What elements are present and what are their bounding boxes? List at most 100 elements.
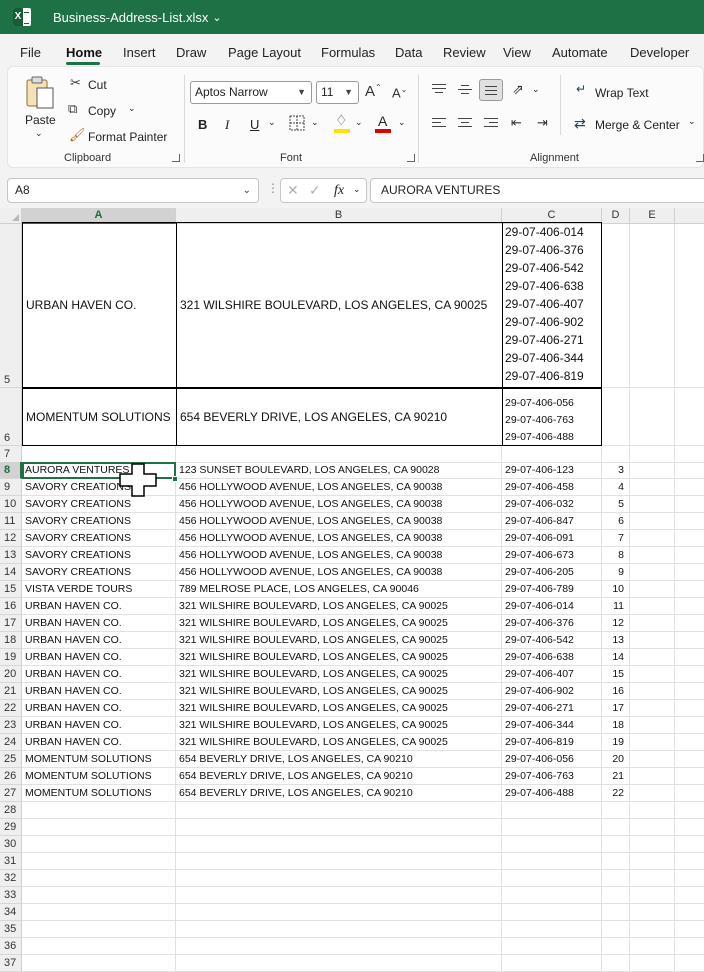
row-header-15[interactable]: 15 — [0, 581, 22, 598]
row-header-27[interactable]: 27 — [0, 785, 22, 802]
paste-button[interactable]: Paste ⌄ — [20, 73, 60, 139]
empty-cell[interactable] — [22, 887, 176, 904]
empty-cell[interactable] — [630, 802, 675, 819]
empty-cell[interactable] — [675, 751, 704, 768]
decrease-font-size-icon[interactable]: A⌄ — [392, 86, 407, 100]
address-cell[interactable]: 321 WILSHIRE BOULEVARD, LOS ANGELES, CA … — [176, 700, 502, 717]
address-cell[interactable]: 321 WILSHIRE BOULEVARD, LOS ANGELES, CA … — [176, 615, 502, 632]
row-header-34[interactable]: 34 — [0, 904, 22, 921]
empty-cell[interactable] — [176, 904, 502, 921]
tab-data[interactable]: Data — [395, 45, 422, 60]
align-top-button[interactable] — [432, 83, 446, 95]
address-cell[interactable]: 456 HOLLYWOOD AVENUE, LOS ANGELES, CA 90… — [176, 530, 502, 547]
fill-color-dropdown-icon[interactable]: ⌄ — [355, 117, 363, 128]
address-cell[interactable]: 654 BEVERLY DRIVE, LOS ANGELES, CA 90210 — [176, 388, 503, 446]
company-name-cell[interactable]: SAVORY CREATIONS — [22, 513, 176, 530]
index-cell[interactable]: 21 — [602, 768, 630, 785]
address-cell[interactable]: 321 WILSHIRE BOULEVARD, LOS ANGELES, CA … — [176, 683, 502, 700]
apn-cell[interactable]: 29-07-406-407 — [502, 666, 602, 683]
index-cell[interactable]: 12 — [602, 615, 630, 632]
borders-dropdown-icon[interactable]: ⌄ — [311, 117, 319, 128]
decrease-indent-icon[interactable]: ⇤ — [511, 116, 522, 129]
bold-button[interactable]: B — [198, 117, 207, 132]
empty-cell[interactable] — [602, 819, 630, 836]
apn-cell[interactable]: 29-07-406-902 — [502, 683, 602, 700]
clipboard-launcher-icon[interactable] — [172, 154, 180, 162]
align-center-button[interactable] — [458, 117, 472, 129]
empty-cell[interactable] — [22, 870, 176, 887]
select-all-button[interactable] — [0, 208, 22, 224]
index-cell[interactable]: 10 — [602, 581, 630, 598]
borders-icon[interactable] — [289, 115, 305, 131]
tab-page-layout[interactable]: Page Layout — [228, 45, 301, 60]
empty-cell[interactable] — [630, 564, 675, 581]
empty-cell[interactable] — [502, 853, 602, 870]
underline-button[interactable]: U — [250, 117, 259, 132]
empty-cell[interactable] — [502, 955, 602, 972]
company-name-cell[interactable]: SAVORY CREATIONS — [22, 547, 176, 564]
company-name-cell[interactable]: URBAN HAVEN CO. — [22, 683, 176, 700]
italic-button[interactable]: I — [225, 117, 229, 133]
empty-cell[interactable] — [176, 921, 502, 938]
empty-cell[interactable] — [675, 598, 704, 615]
row-header-18[interactable]: 18 — [0, 632, 22, 649]
address-cell[interactable]: 654 BEVERLY DRIVE, LOS ANGELES, CA 90210 — [176, 768, 502, 785]
tab-developer[interactable]: Developer — [630, 45, 689, 60]
empty-cell[interactable] — [22, 853, 176, 870]
empty-cell[interactable] — [602, 802, 630, 819]
name-box[interactable]: A8 ⌄ — [7, 178, 259, 203]
tab-view[interactable]: View — [503, 45, 531, 60]
empty-cell[interactable] — [675, 717, 704, 734]
empty-cell[interactable] — [602, 446, 630, 463]
company-name-cell[interactable]: MOMENTUM SOLUTIONS — [22, 785, 176, 802]
font-color-button[interactable]: A — [375, 113, 393, 135]
font-name-select[interactable]: Aptos Narrow ▼ — [190, 81, 312, 104]
empty-cell[interactable] — [630, 734, 675, 751]
empty-cell[interactable] — [630, 581, 675, 598]
company-name-cell[interactable]: URBAN HAVEN CO. — [22, 649, 176, 666]
row-header-13[interactable]: 13 — [0, 547, 22, 564]
paste-dropdown-icon[interactable]: ⌄ — [35, 128, 43, 139]
address-cell[interactable]: 123 SUNSET BOULEVARD, LOS ANGELES, CA 90… — [176, 462, 502, 479]
company-name-cell[interactable]: URBAN HAVEN CO. — [22, 717, 176, 734]
empty-cell[interactable] — [675, 649, 704, 666]
empty-cell[interactable] — [502, 904, 602, 921]
empty-cell[interactable] — [675, 904, 704, 921]
empty-cell[interactable] — [630, 700, 675, 717]
address-cell[interactable]: 321 WILSHIRE BOULEVARD, LOS ANGELES, CA … — [176, 649, 502, 666]
empty-cell[interactable] — [675, 700, 704, 717]
empty-cell[interactable] — [630, 836, 675, 853]
increase-font-size-icon[interactable]: A⌃ — [365, 84, 382, 100]
empty-cell[interactable] — [630, 785, 675, 802]
empty-cell[interactable] — [502, 870, 602, 887]
empty-cell[interactable] — [630, 938, 675, 955]
empty-cell[interactable] — [675, 853, 704, 870]
empty-cell[interactable] — [675, 446, 704, 463]
empty-cell[interactable] — [502, 446, 602, 463]
row-header-8[interactable]: 8 — [0, 462, 22, 479]
apn-cell[interactable]: 29-07-406-488 — [502, 785, 602, 802]
empty-cell[interactable] — [176, 836, 502, 853]
empty-cell[interactable] — [602, 853, 630, 870]
company-name-cell[interactable]: VISTA VERDE TOURS — [22, 581, 176, 598]
empty-cell[interactable] — [602, 955, 630, 972]
empty-cell[interactable] — [675, 615, 704, 632]
empty-cell[interactable] — [675, 768, 704, 785]
row-header-30[interactable]: 30 — [0, 836, 22, 853]
empty-cell[interactable] — [675, 734, 704, 751]
merge-dropdown-icon[interactable]: ⌄ — [688, 116, 696, 127]
empty-cell[interactable] — [502, 887, 602, 904]
empty-cell[interactable] — [176, 955, 502, 972]
apn-cell[interactable]: 29-07-406-458 — [502, 479, 602, 496]
column-header-d[interactable]: D — [602, 208, 630, 224]
row-header-32[interactable]: 32 — [0, 870, 22, 887]
empty-cell[interactable] — [630, 598, 675, 615]
index-cell[interactable]: 18 — [602, 717, 630, 734]
copy-button[interactable]: Copy — [88, 104, 116, 118]
apn-list-cell[interactable]: 29-07-406-056 29-07-406-763 29-07-406-488 — [502, 388, 602, 446]
address-cell[interactable]: 456 HOLLYWOOD AVENUE, LOS ANGELES, CA 90… — [176, 513, 502, 530]
empty-cell[interactable] — [630, 388, 675, 446]
empty-cell[interactable] — [630, 462, 675, 479]
empty-cell[interactable] — [675, 802, 704, 819]
tab-automate[interactable]: Automate — [552, 45, 608, 60]
